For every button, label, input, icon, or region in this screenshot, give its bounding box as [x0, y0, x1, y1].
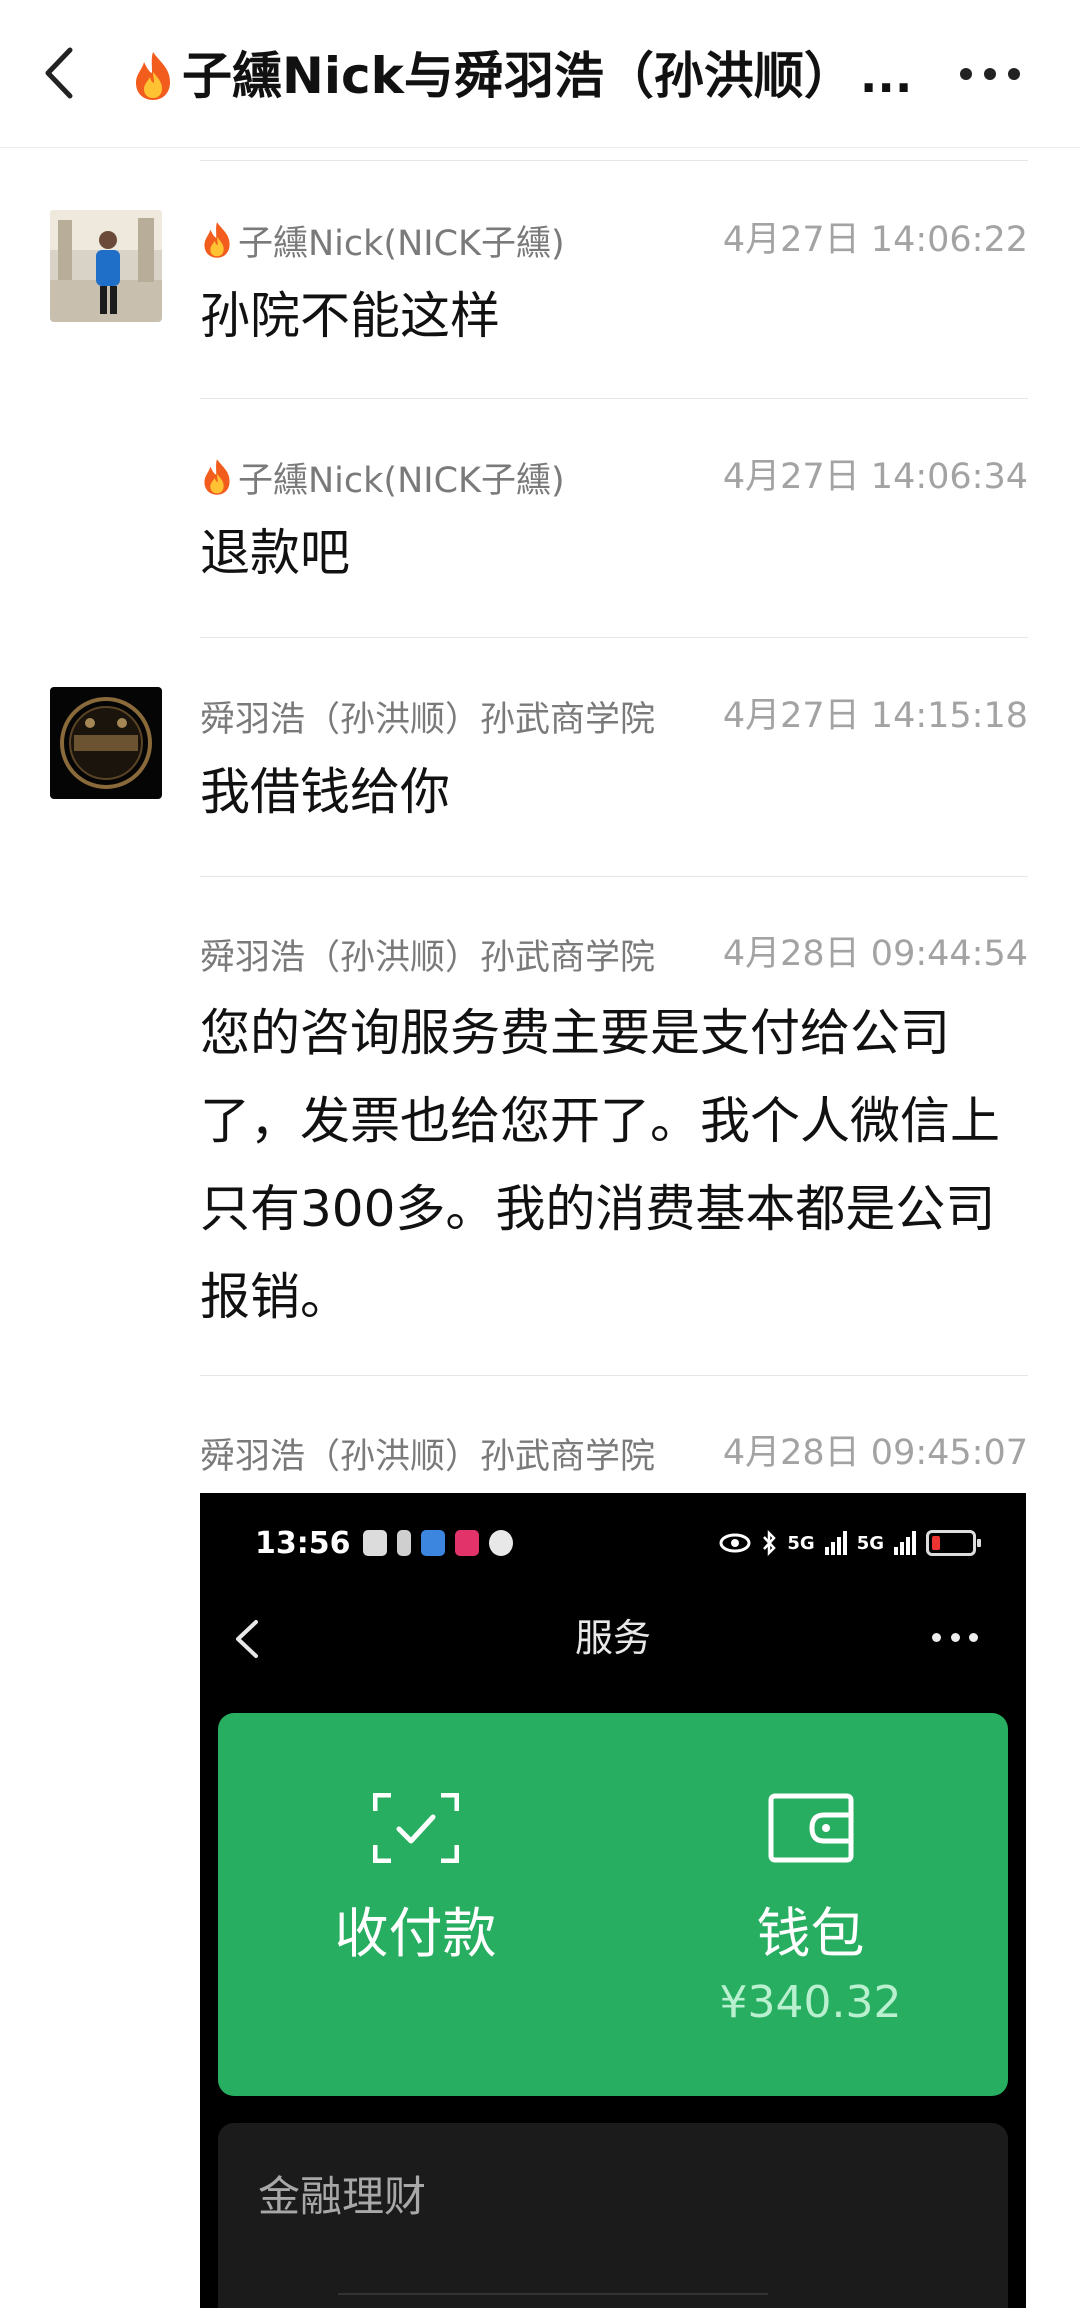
pay-receive-item: 收付款: [218, 1713, 613, 2096]
service-card: 收付款 钱包 ¥340.32: [218, 1713, 1008, 2096]
signal-icon: [894, 1531, 916, 1555]
inner-status-right: 5G 5G: [719, 1525, 981, 1561]
more-icon[interactable]: [960, 64, 1020, 84]
sender-name: 舜羽浩（孙洪顺）孙武商学院: [200, 1436, 656, 1477]
avatar-sun[interactable]: [50, 687, 162, 799]
chat-title: 子纁Nick与舜羽浩（孙洪顺） ...: [130, 44, 930, 108]
battery-icon: [926, 1530, 981, 1556]
sender-name-text: 子纁Nick(NICK子纁): [238, 223, 565, 264]
divider: [200, 637, 1028, 638]
divider: [200, 1375, 1028, 1376]
title-ellipsis: ...: [859, 49, 913, 103]
finance-card: 金融理财: [218, 2123, 1008, 2308]
signal-label-2: 5G: [856, 1532, 884, 1554]
message-time: 4月27日 14:06:34: [722, 457, 1028, 497]
status-app-icons: [362, 1530, 513, 1556]
message-text[interactable]: 孙院不能这样: [200, 272, 1020, 360]
message-time: 4月28日 09:44:54: [722, 934, 1028, 974]
avatar-nick[interactable]: [50, 210, 162, 322]
divider: [200, 876, 1028, 877]
message-text[interactable]: 退款吧: [200, 509, 1020, 597]
wallet-label: 钱包: [756, 1902, 865, 1965]
sender-name: 子纁Nick(NICK子纁): [200, 216, 565, 264]
chat-header: 子纁Nick与舜羽浩（孙洪顺） ...: [0, 0, 1080, 148]
sender-name: 子纁Nick(NICK子纁): [200, 453, 565, 501]
wechat-status-icon: [362, 1530, 387, 1556]
wallet-balance: ¥340.32: [719, 1977, 902, 2028]
inner-nav-bar: 服务: [200, 1598, 1026, 1678]
signal-label-1: 5G: [787, 1532, 815, 1554]
scan-check-icon: [373, 1793, 459, 1863]
more-icon: [932, 1633, 978, 1643]
fire-icon: [204, 222, 230, 258]
fire-icon: [136, 52, 170, 100]
inner-page-title: 服务: [574, 1616, 651, 1660]
pay-receive-label: 收付款: [334, 1902, 497, 1965]
message-text[interactable]: 我借钱给你: [200, 748, 1020, 836]
message-image-screenshot[interactable]: 13:56 5G 5G 服务 收付款 钱包 ¥340.32 金融理财: [200, 1493, 1026, 2308]
message-status-icon: [488, 1530, 513, 1556]
wallet-icon: [768, 1793, 854, 1863]
sender-name-text: 子纁Nick(NICK子纁): [238, 460, 565, 501]
sender-name: 舜羽浩（孙洪顺）孙武商学院: [200, 699, 656, 740]
fire-icon: [204, 459, 230, 495]
message-time: 4月27日 14:06:22: [722, 220, 1028, 260]
message-time: 4月28日 09:45:07: [722, 1433, 1028, 1473]
inner-status-bar: 13:56: [255, 1523, 513, 1563]
app-status-icon: [420, 1530, 445, 1556]
finance-card-divider: [338, 2293, 768, 2303]
sender-name: 舜羽浩（孙洪顺）孙武商学院: [200, 937, 656, 978]
video-status-icon: [454, 1530, 479, 1556]
back-arrow-icon[interactable]: [38, 38, 88, 108]
message-text[interactable]: 您的咨询服务费主要是支付给公司了，发票也给您开了。我个人微信上只有300多。我的…: [200, 989, 1020, 1341]
bluetooth-icon: [763, 1530, 777, 1556]
finance-section-title: 金融理财: [258, 2172, 427, 2221]
status-time: 13:56: [255, 1525, 351, 1561]
message-time: 4月27日 14:15:18: [722, 696, 1028, 736]
divider: [200, 160, 1028, 161]
signal-icon: [824, 1531, 847, 1555]
divider: [200, 398, 1028, 399]
chat-title-text: 子纁Nick与舜羽浩（孙洪顺）: [182, 47, 854, 105]
eye-icon: [719, 1533, 751, 1553]
wallet-item: 钱包 ¥340.32: [613, 1713, 1008, 2096]
sim-status-icon: [396, 1530, 411, 1556]
